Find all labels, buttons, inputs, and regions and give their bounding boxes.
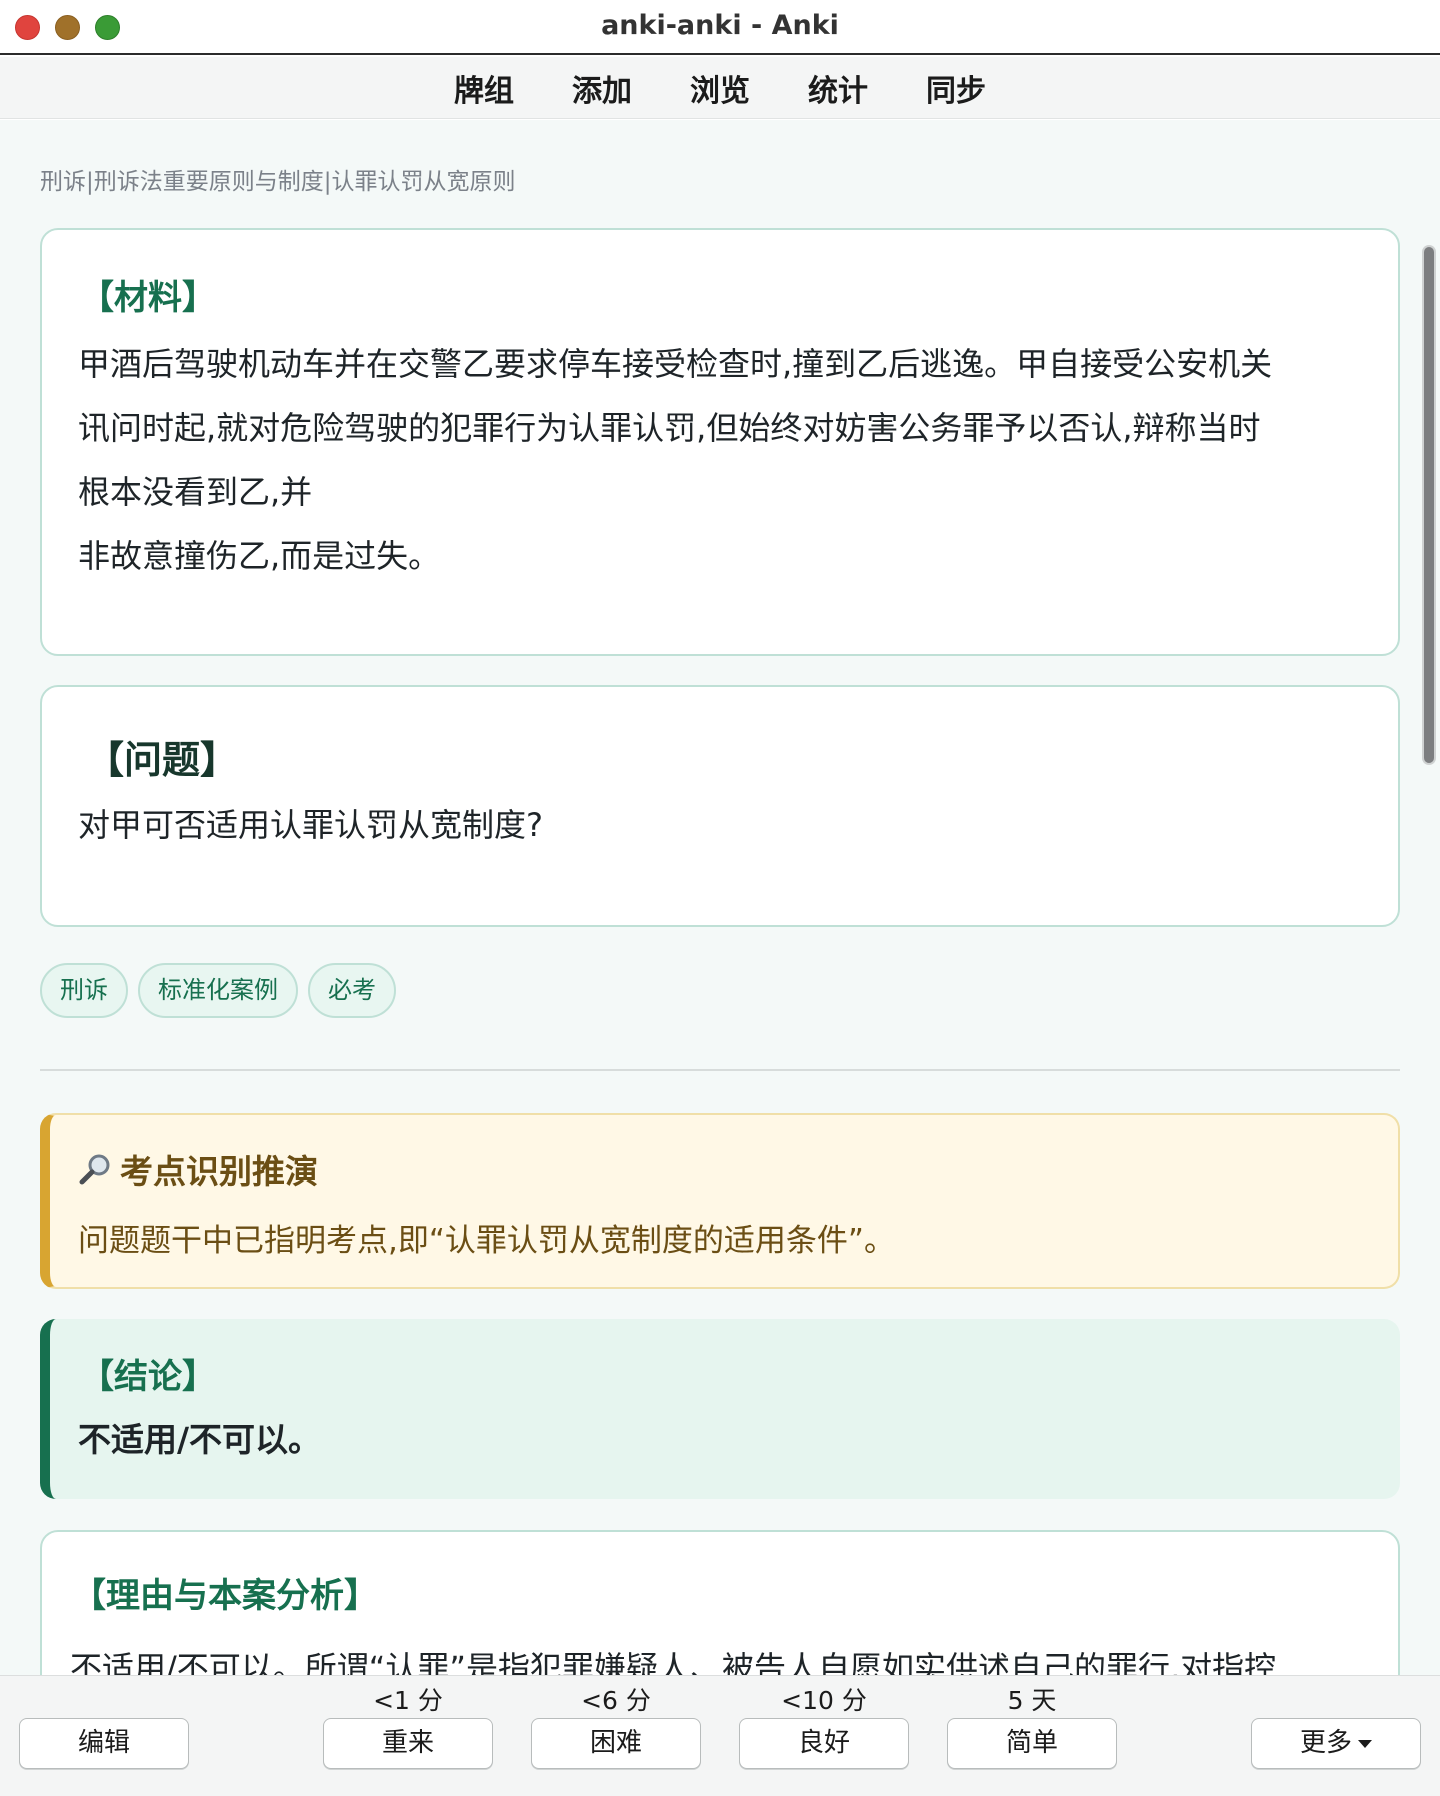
toolbar-decks[interactable]: 牌组 bbox=[454, 66, 514, 110]
answer-bar: 编辑 <1 分 重来 <6 分 困难 <10 分 良好 5 天 简单 更多 bbox=[0, 1675, 1440, 1796]
main-toolbar: 牌组 添加 浏览 统计 同步 bbox=[0, 57, 1440, 119]
reason-title: 【理由与本案分析】 bbox=[72, 1576, 378, 1616]
vertical-scrollbar[interactable] bbox=[1422, 245, 1436, 765]
material-card: 【材料】 甲酒后驾驶机动车并在交警乙要求停车接受检查时,撞到乙后逃逸。甲自接受公… bbox=[40, 228, 1400, 656]
good-interval: <10 分 bbox=[781, 1686, 867, 1715]
hard-interval: <6 分 bbox=[581, 1686, 651, 1715]
toolbar-stats[interactable]: 统计 bbox=[808, 66, 868, 110]
window-title: anki-anki - Anki bbox=[601, 10, 839, 41]
answer-divider bbox=[40, 1069, 1400, 1071]
magnifier-icon bbox=[78, 1152, 112, 1186]
reason-card: 【理由与本案分析】 不适用/不可以。所谓“认罪”是指犯罪嫌疑人、被告人自愿如实供… bbox=[40, 1530, 1400, 1675]
more-button[interactable]: 更多 bbox=[1251, 1718, 1421, 1769]
tag-chip[interactable]: 刑诉 bbox=[40, 963, 128, 1018]
material-line: 根本没看到乙,并 bbox=[78, 473, 313, 511]
question-card: 【问题】 对甲可否适用认罪认罚从宽制度? bbox=[40, 685, 1400, 927]
tag-list: 刑诉 标准化案例 必考 bbox=[40, 963, 406, 1018]
kaodian-title: 考点识别推演 bbox=[120, 1152, 318, 1191]
hard-button[interactable]: 困难 bbox=[531, 1718, 701, 1769]
again-button[interactable]: 重来 bbox=[323, 1718, 493, 1769]
toolbar-sync[interactable]: 同步 bbox=[926, 66, 986, 110]
easy-button[interactable]: 简单 bbox=[947, 1718, 1117, 1769]
material-title: 【材料】 bbox=[80, 278, 216, 318]
card-view: 刑诉|刑诉法重要原则与制度|认罪认罚从宽原则 【材料】 甲酒后驾驶机动车并在交警… bbox=[0, 120, 1440, 1675]
deck-breadcrumb: 刑诉|刑诉法重要原则与制度|认罪认罚从宽原则 bbox=[40, 169, 516, 195]
tag-chip[interactable]: 标准化案例 bbox=[138, 963, 298, 1018]
toolbar-browse[interactable]: 浏览 bbox=[690, 66, 750, 110]
reason-text: 不适用/不可以。所谓“认罪”是指犯罪嫌疑人、被告人自愿如实供述自己的罪行,对指控 bbox=[70, 1649, 1277, 1675]
toolbar-add[interactable]: 添加 bbox=[572, 66, 632, 110]
material-line: 讯问时起,就对危险驾驶的犯罪行为认罪认罚,但始终对妨害公务罪予以否认,辩称当时 bbox=[78, 409, 1261, 447]
more-label: 更多 bbox=[1299, 1728, 1352, 1758]
question-text: 对甲可否适用认罪认罚从宽制度? bbox=[78, 806, 543, 844]
conclusion-callout: 【结论】 不适用/不可以。 bbox=[40, 1319, 1400, 1499]
again-interval: <1 分 bbox=[373, 1686, 443, 1715]
edit-button[interactable]: 编辑 bbox=[19, 1718, 189, 1769]
material-line: 非故意撞伤乙,而是过失。 bbox=[78, 537, 441, 575]
scrollbar-thumb[interactable] bbox=[1424, 247, 1434, 763]
kaodian-heading: 考点识别推演 bbox=[78, 1145, 318, 1193]
title-bar: anki-anki - Anki bbox=[0, 0, 1440, 55]
kaodian-callout: 考点识别推演 问题题干中已指明考点,即“认罪认罚从宽制度的适用条件”。 bbox=[40, 1113, 1400, 1289]
material-line: 甲酒后驾驶机动车并在交警乙要求停车接受检查时,撞到乙后逃逸。甲自接受公安机关 bbox=[78, 345, 1273, 383]
good-button[interactable]: 良好 bbox=[739, 1718, 909, 1769]
conclusion-title: 【结论】 bbox=[80, 1357, 216, 1397]
caret-down-icon bbox=[1358, 1739, 1372, 1748]
question-title: 【问题】 bbox=[86, 738, 239, 782]
easy-interval: 5 天 bbox=[1007, 1686, 1057, 1715]
conclusion-text: 不适用/不可以。 bbox=[78, 1420, 322, 1459]
kaodian-text: 问题题干中已指明考点,即“认罪认罚从宽制度的适用条件”。 bbox=[78, 1223, 895, 1259]
material-text: 甲酒后驾驶机动车并在交警乙要求停车接受检查时,撞到乙后逃逸。甲自接受公安机关 讯… bbox=[78, 332, 1272, 588]
tag-chip[interactable]: 必考 bbox=[308, 963, 396, 1018]
